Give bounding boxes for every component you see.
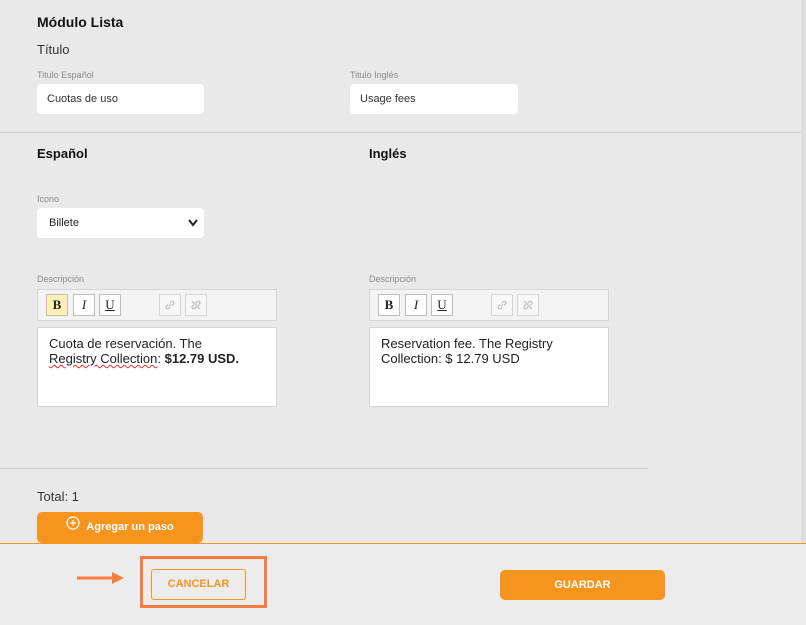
desc-es-editor[interactable]: Cuota de reservación. The Registry Colle… <box>37 327 277 407</box>
title-es-value: Cuotas de uso <box>47 93 118 105</box>
bold-button[interactable]: B <box>378 294 400 316</box>
add-step-button[interactable]: Agregar un paso <box>37 512 203 543</box>
desc-es-misspelled: Registry Collection <box>49 351 158 366</box>
english-heading: Inglés <box>369 146 407 161</box>
editor-es-toolbar: B I U <box>37 289 277 321</box>
unlink-icon[interactable] <box>185 294 207 316</box>
module-title: Módulo Lista <box>37 14 124 30</box>
bold-button[interactable]: B <box>46 294 68 316</box>
arrow-icon <box>76 570 126 591</box>
desc-es-label: Descripción <box>37 274 85 284</box>
total-count: Total: 1 <box>37 489 79 504</box>
add-step-label: Agregar un paso <box>86 521 174 533</box>
link-icon[interactable] <box>159 294 181 316</box>
desc-es-line-1: Cuota de reservación. The <box>49 336 202 351</box>
desc-es-price: $12.79 USD. <box>164 351 240 366</box>
desc-en-line-1: Reservation fee. The Registry <box>381 336 553 351</box>
divider-top <box>0 132 806 133</box>
italic-button[interactable]: I <box>73 294 95 316</box>
plus-circle-icon <box>66 512 80 543</box>
desc-es-line-2: Registry Collection: $12.79 USD. <box>49 351 265 366</box>
underline-button[interactable]: U <box>99 294 121 316</box>
desc-en-editor[interactable]: Reservation fee. The Registry Collection… <box>369 327 609 407</box>
underline-button[interactable]: U <box>431 294 453 316</box>
unlink-icon[interactable] <box>517 294 539 316</box>
desc-es-colon: : <box>157 351 165 366</box>
editor-en-toolbar: B I U <box>369 289 609 321</box>
desc-en-label: Descripción <box>369 274 417 284</box>
title-es-label: Titulo Español <box>37 70 94 80</box>
icon-label: Icono <box>37 194 60 204</box>
title-en-label: Titulo Inglés <box>350 70 399 80</box>
chevron-down-icon <box>188 208 198 251</box>
title-en-input[interactable]: Usage fees <box>350 84 518 114</box>
spanish-heading: Español <box>37 146 88 161</box>
divider-bottom <box>0 468 648 469</box>
title-es-input[interactable]: Cuotas de uso <box>37 84 204 114</box>
icon-select-value: Billete <box>49 217 79 229</box>
scrollbar[interactable] <box>801 0 806 543</box>
icon-select[interactable]: Billete <box>37 208 204 238</box>
link-icon[interactable] <box>491 294 513 316</box>
desc-en-line-2: Collection: $ 12.79 USD <box>381 351 520 366</box>
title-en-value: Usage fees <box>360 93 416 105</box>
italic-button[interactable]: I <box>405 294 427 316</box>
title-subheading: Título <box>37 42 70 57</box>
cancel-button[interactable]: CANCELAR <box>151 569 246 600</box>
save-button[interactable]: GUARDAR <box>500 570 665 600</box>
